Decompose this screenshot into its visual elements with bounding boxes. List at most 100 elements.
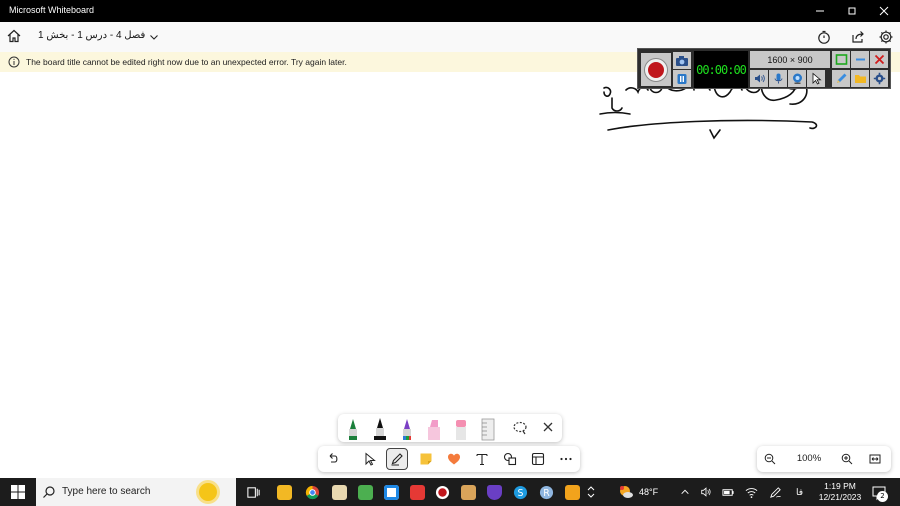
svg-text:R: R: [543, 487, 550, 498]
home-icon[interactable]: [6, 28, 22, 44]
draw-button[interactable]: [832, 70, 850, 87]
search-icon: [43, 486, 55, 498]
app-tray-3[interactable]: [381, 482, 401, 502]
chrome-app[interactable]: [302, 482, 322, 502]
battery-button[interactable]: [718, 482, 738, 502]
input-language[interactable]: فا: [796, 487, 803, 498]
search-highlight-icon[interactable]: [199, 483, 217, 501]
lasso-icon[interactable]: [510, 417, 530, 441]
app-tray-5[interactable]: [458, 482, 478, 502]
weather-temperature[interactable]: 48°F: [639, 487, 658, 497]
text-button[interactable]: [471, 448, 493, 470]
undo-button[interactable]: [322, 448, 344, 470]
record-button[interactable]: [641, 53, 671, 86]
chevron-up-icon: [681, 489, 689, 494]
camera-icon: [676, 55, 688, 66]
start-button[interactable]: [0, 478, 36, 506]
overflow-scroll[interactable]: [586, 482, 596, 502]
heart-icon: [448, 453, 460, 465]
volume-button[interactable]: [696, 482, 716, 502]
app-tray-2[interactable]: [355, 482, 375, 502]
recorder-minimize-button[interactable]: [851, 51, 869, 68]
recorder-app[interactable]: [432, 482, 452, 502]
share-icon[interactable]: [850, 29, 866, 45]
zoom-out-button[interactable]: [762, 451, 778, 467]
eraser-icon[interactable]: [451, 417, 471, 441]
task-view-button[interactable]: [243, 482, 263, 502]
speaker-icon: [754, 74, 765, 83]
app-tray-4[interactable]: [407, 482, 427, 502]
speaker-icon: [701, 487, 711, 497]
pause-button[interactable]: [673, 70, 691, 87]
skype-icon: S: [513, 485, 527, 499]
cursor-icon: [812, 72, 822, 85]
board-toolbar: [318, 446, 580, 472]
folder-icon: [854, 75, 866, 83]
app-tray-6[interactable]: [484, 482, 504, 502]
speaker-button[interactable]: [750, 70, 768, 87]
resolution-display[interactable]: 1600 × 900: [750, 51, 830, 68]
microphone-button[interactable]: [769, 70, 787, 87]
reactions-button[interactable]: [443, 448, 465, 470]
weather-widget[interactable]: [616, 482, 636, 502]
r-app[interactable]: R: [536, 482, 556, 502]
app-icon: [357, 484, 373, 500]
clock-time: 1:19 PM: [824, 481, 856, 491]
close-icon[interactable]: [538, 417, 558, 441]
restore-icon: [848, 7, 856, 15]
file-explorer-app[interactable]: [274, 482, 294, 502]
app-tray-1[interactable]: [329, 482, 349, 502]
black-pen-icon[interactable]: [370, 417, 390, 441]
system-clock[interactable]: 1:19 PM 12/21/2023: [812, 481, 868, 503]
minimize-button[interactable]: [804, 0, 836, 22]
more-button[interactable]: [555, 448, 577, 470]
recorder-close-button[interactable]: [870, 51, 888, 68]
screen-recorder-panel: 00:00:00 1600 × 900: [637, 48, 891, 89]
rainbow-pen-icon[interactable]: [397, 417, 417, 441]
cursor-button[interactable]: [807, 70, 825, 87]
shapes-icon: [503, 452, 517, 466]
shapes-button[interactable]: [499, 448, 521, 470]
app-icon: [409, 484, 425, 500]
webcam-button[interactable]: [788, 70, 806, 87]
maximize-button[interactable]: [836, 0, 868, 22]
pause-icon: [677, 73, 687, 84]
pen-icon: [391, 453, 403, 466]
r-icon: R: [539, 485, 553, 499]
fit-to-screen-button[interactable]: [867, 451, 883, 467]
camera-button[interactable]: [673, 52, 691, 69]
wifi-icon: [745, 487, 757, 498]
network-button[interactable]: [741, 482, 761, 502]
skype-app[interactable]: S: [510, 482, 530, 502]
inking-button[interactable]: [386, 448, 408, 470]
recorder-settings-button[interactable]: [870, 70, 888, 87]
close-icon: [879, 6, 889, 16]
app-icon: [564, 484, 580, 500]
shield-icon: [486, 484, 502, 500]
sticky-note-button[interactable]: [415, 448, 437, 470]
templates-button[interactable]: [527, 448, 549, 470]
close-button[interactable]: [868, 0, 900, 22]
zoom-in-button[interactable]: [839, 451, 855, 467]
select-button[interactable]: [359, 448, 381, 470]
show-hidden-icons-button[interactable]: [675, 482, 695, 502]
board-title[interactable]: فصل 4 - درس 1 - بخش 1: [38, 30, 145, 41]
open-folder-button[interactable]: [851, 70, 869, 87]
fit-screen-icon: [869, 454, 881, 464]
battery-icon: [721, 488, 734, 496]
folder-icon: [276, 484, 292, 500]
fullscreen-area-button[interactable]: [832, 51, 850, 68]
settings-icon[interactable]: [878, 29, 894, 45]
chevron-down-icon[interactable]: [149, 32, 159, 42]
close-icon: [874, 54, 884, 65]
box-icon: [460, 484, 476, 500]
timer-icon[interactable]: [816, 29, 832, 45]
app-tray-7[interactable]: [562, 482, 582, 502]
sticky-note-icon: [420, 453, 432, 465]
text-icon: [476, 453, 488, 466]
green-pen-icon[interactable]: [343, 417, 363, 441]
pen-menu-button[interactable]: [765, 482, 785, 502]
ruler-icon[interactable]: [478, 417, 498, 441]
pink-highlighter-icon[interactable]: [424, 417, 444, 441]
taskbar-search[interactable]: Type here to search: [36, 478, 236, 506]
